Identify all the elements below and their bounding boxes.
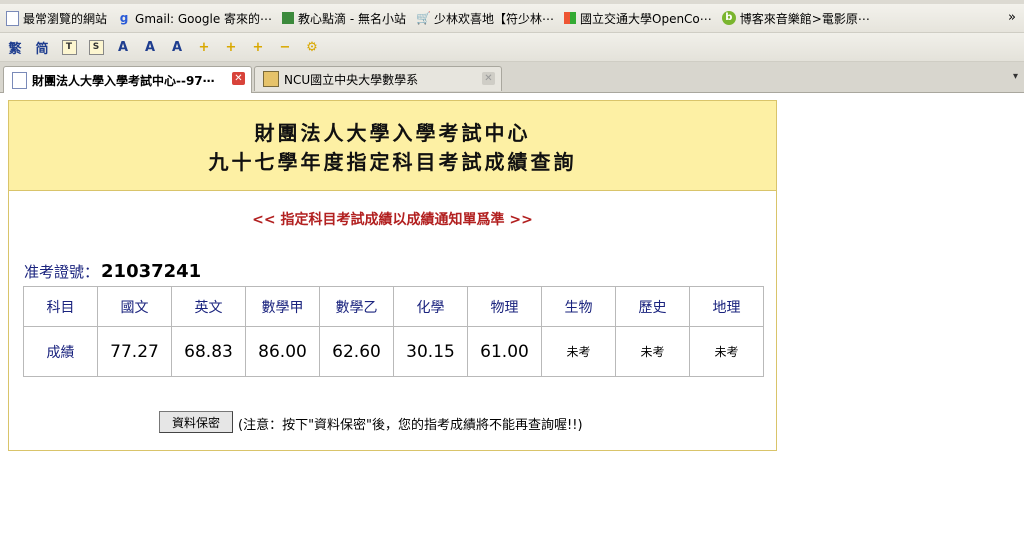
score-cell: 未考 bbox=[615, 326, 690, 377]
subject-cell: 物理 bbox=[467, 286, 542, 327]
book-icon bbox=[282, 12, 295, 24]
exam-number-label: 准考證號： bbox=[24, 263, 100, 281]
subject-cell: 歷史 bbox=[615, 286, 690, 327]
simplified-chinese-button[interactable]: 简 bbox=[30, 36, 54, 58]
page-title-org: 財團法人大學入學考試中心 bbox=[254, 121, 531, 145]
traditional-convert-icon[interactable]: T bbox=[57, 36, 81, 58]
simplified-convert-icon[interactable]: S bbox=[84, 36, 108, 58]
subject-cell: 英文 bbox=[171, 286, 246, 327]
score-cell: 86.00 bbox=[245, 326, 320, 377]
results-panel: 財團法人大學入學考試中心 九十七學年度指定科目考試成績查詢 << 指定科目考試成… bbox=[8, 100, 777, 451]
bookmark-nctu-ocw[interactable]: 國立交通大學OpenCo⋯ bbox=[564, 10, 712, 27]
bookmark-most-visited[interactable]: 最常瀏覽的網站 bbox=[6, 10, 107, 27]
subject-cell: 國文 bbox=[97, 286, 172, 327]
subject-cell: 數學甲 bbox=[245, 286, 320, 327]
row-header-score: 成績 bbox=[23, 326, 98, 377]
bookmark-wretch[interactable]: 教心點滴 - 無名小站 bbox=[282, 10, 406, 27]
score-cell: 30.15 bbox=[393, 326, 468, 377]
font-increase-icon[interactable]: A bbox=[111, 36, 135, 58]
extensions-toolbar: 繁 简 T S A A A + + + − ⚙ bbox=[0, 33, 1024, 62]
subject-cell: 地理 bbox=[689, 286, 764, 327]
bookmark-books-music[interactable]: b 博客來音樂館>電影原⋯ bbox=[721, 10, 870, 27]
table-row-scores: 成績 77.27 68.83 86.00 62.60 30.15 61.00 未… bbox=[23, 326, 764, 377]
subject-cell: 數學乙 bbox=[319, 286, 394, 327]
cart-icon: 🛒 bbox=[415, 11, 431, 25]
tab-ceec-results[interactable]: 財團法人大學入學考試中心--97⋯ ✕ bbox=[3, 66, 252, 93]
ncu-favicon-icon bbox=[263, 71, 279, 87]
traditional-chinese-button[interactable]: 繁 bbox=[3, 36, 27, 58]
score-cell: 68.83 bbox=[171, 326, 246, 377]
subject-cell: 化學 bbox=[393, 286, 468, 327]
scores-table: 科目 國文 英文 數學甲 數學乙 化學 物理 生物 歷史 地理 成績 77.27… bbox=[23, 286, 764, 377]
b-icon: b bbox=[721, 11, 736, 25]
notice-text: << 指定科目考試成績以成績通知單爲準 >> bbox=[252, 212, 533, 228]
page-title-exam: 九十七學年度指定科目考試成績查詢 bbox=[208, 150, 577, 174]
exam-number: 准考證號： 21037241 bbox=[24, 261, 201, 282]
page-icon bbox=[12, 71, 27, 89]
score-cell: 未考 bbox=[541, 326, 616, 377]
grid-icon bbox=[564, 12, 576, 24]
settings-icon[interactable]: ⚙ bbox=[300, 36, 324, 58]
google-icon: g bbox=[119, 11, 129, 25]
zoom-text-icon[interactable]: + bbox=[219, 36, 243, 58]
subject-cell: 生物 bbox=[541, 286, 616, 327]
bookmark-gmail[interactable]: g Gmail: Google 寄來的⋯ bbox=[117, 10, 272, 27]
tab-bar: 財團法人大學入學考試中心--97⋯ ✕ NCU國立中央大學數學系 ✕ ▾ bbox=[0, 62, 1024, 93]
font-decrease-icon[interactable]: A bbox=[138, 36, 162, 58]
page-header: 財團法人大學入學考試中心 九十七學年度指定科目考試成績查詢 bbox=[9, 101, 776, 191]
zoom-out-icon[interactable]: − bbox=[273, 36, 297, 58]
close-tab-icon[interactable]: ✕ bbox=[232, 72, 245, 85]
table-row-subjects: 科目 國文 英文 數學甲 數學乙 化學 物理 生物 歷史 地理 bbox=[23, 286, 764, 327]
privacy-warning-text: (注意：按下"資料保密"後，您的指考成績將不能再查詢喔!!) bbox=[238, 418, 583, 433]
score-cell: 未考 bbox=[689, 326, 764, 377]
zoom-style-icon[interactable]: + bbox=[246, 36, 270, 58]
score-cell: 61.00 bbox=[467, 326, 542, 377]
score-cell: 77.27 bbox=[97, 326, 172, 377]
tab-ncu-math[interactable]: NCU國立中央大學數學系 ✕ bbox=[254, 66, 502, 91]
row-header-subject: 科目 bbox=[23, 286, 98, 327]
zoom-in-icon[interactable]: + bbox=[192, 36, 216, 58]
bookmarks-overflow-chevron[interactable]: » bbox=[1008, 10, 1016, 25]
tab-list-dropdown-icon[interactable]: ▾ bbox=[1013, 71, 1018, 82]
score-cell: 62.60 bbox=[319, 326, 394, 377]
data-privacy-button[interactable]: 資料保密 bbox=[159, 411, 233, 433]
font-reset-icon[interactable]: A bbox=[165, 36, 189, 58]
bookmark-shaolin[interactable]: 🛒 少林欢喜地【符少林⋯ bbox=[416, 10, 554, 27]
close-tab-icon[interactable]: ✕ bbox=[482, 72, 495, 85]
page-icon bbox=[6, 10, 19, 26]
exam-number-value: 21037241 bbox=[101, 261, 202, 282]
bookmarks-toolbar: 最常瀏覽的網站 g Gmail: Google 寄來的⋯ 教心點滴 - 無名小站… bbox=[0, 4, 1024, 33]
